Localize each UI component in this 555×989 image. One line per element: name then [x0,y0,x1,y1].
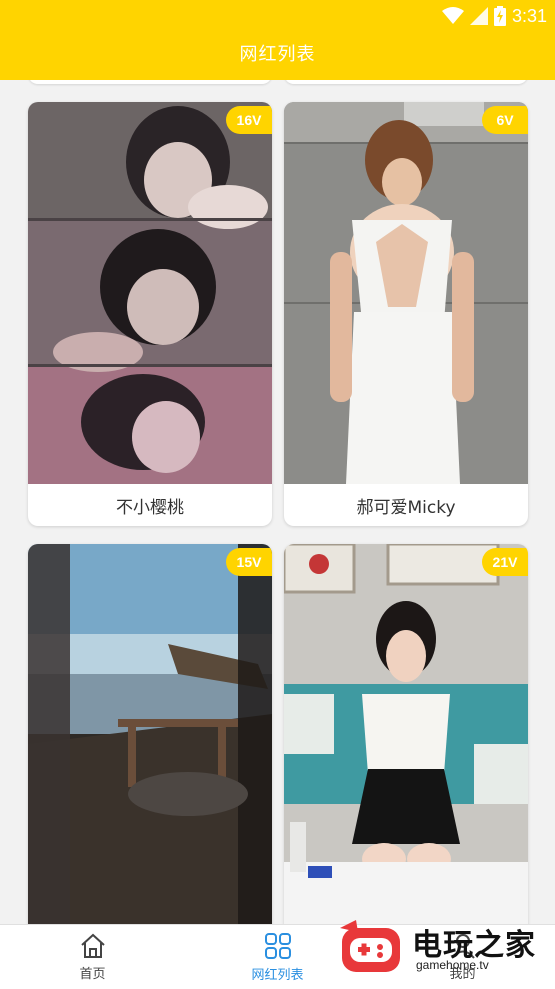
previous-card-right[interactable] [284,80,528,84]
video-count-badge: 21V [482,548,528,576]
influencer-photo[interactable] [28,102,272,484]
grid-icon [264,932,291,959]
nav-item-home[interactable]: 首页 [0,925,185,989]
influencer-name: 郝可爱Micky [356,497,456,518]
influencer-name: 不小樱桃 [116,497,184,518]
video-count-badge: 15V [226,548,272,576]
page-title: 网红列表 [239,44,316,65]
status-time: 3:31 [511,5,547,26]
wifi-icon [441,7,464,24]
influencer-card[interactable]: 16V 不小樱桃 [28,102,272,526]
app-bar: 3:31 网红列表 [0,0,555,80]
influencer-photo[interactable] [28,544,272,924]
influencer-card[interactable]: 6V 郝可爱Micky [284,102,528,526]
influencer-photo[interactable] [284,102,528,484]
status-bar: 3:31 [441,4,547,28]
influencer-card[interactable]: 15V [28,544,272,924]
nav-label-home: 首页 [79,966,106,982]
influencer-card[interactable]: 21V [284,544,528,924]
video-count-badge: 6V [482,106,528,134]
influencer-grid[interactable]: 16V 不小樱桃 6V 郝可爱Micky 15V 21V [0,80,555,924]
nav-label-influencer-list: 网红列表 [251,967,304,983]
watermark-url: gamehome.tv [416,958,489,972]
influencer-photo[interactable] [284,544,528,924]
gamepad-logo-icon [340,920,400,972]
signal-icon [469,7,488,25]
previous-card-left[interactable] [28,80,272,84]
video-count-badge: 16V [226,106,272,134]
watermark: 电玩之家 gamehome.tv [336,916,550,988]
home-icon [80,933,105,958]
battery-charging-icon [493,6,506,26]
